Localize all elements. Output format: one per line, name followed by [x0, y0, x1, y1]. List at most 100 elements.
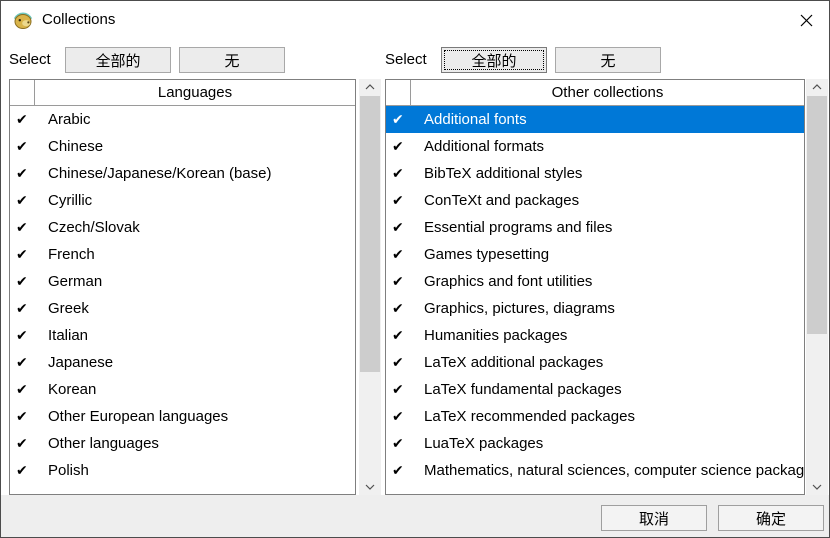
left-select-label: Select	[9, 46, 51, 73]
list-item[interactable]: ✔ Essential programs and files	[386, 214, 804, 241]
checkmark-icon: ✔	[16, 246, 40, 263]
list-item-label: Mathematics, natural sciences, computer …	[424, 462, 804, 479]
list-item-label: Chinese	[48, 138, 103, 155]
texlive-app-icon	[13, 10, 33, 30]
list-item[interactable]: ✔ ConTeXt and packages	[386, 187, 804, 214]
list-item[interactable]: ✔ Humanities packages	[386, 322, 804, 349]
checkmark-icon: ✔	[392, 219, 416, 236]
list-item[interactable]: ✔ Italian	[10, 322, 355, 349]
list-item[interactable]: ✔ Other languages	[10, 430, 355, 457]
checkmark-icon: ✔	[16, 192, 40, 209]
check-column-spacer	[10, 80, 35, 105]
checkmark-icon: ✔	[392, 462, 416, 479]
right-select-label: Select	[385, 46, 427, 73]
close-icon	[800, 14, 813, 27]
list-item[interactable]: ✔ Additional fonts	[386, 106, 804, 133]
list-item[interactable]: ✔ German	[10, 268, 355, 295]
list-item-label: LaTeX recommended packages	[424, 408, 635, 425]
left-select-all-button[interactable]: 全部的	[65, 47, 171, 73]
right-select-all-button[interactable]: 全部的	[441, 47, 547, 73]
ok-button[interactable]: 确定	[718, 505, 824, 531]
right-select-none-button[interactable]: 无	[555, 47, 661, 73]
checkmark-icon: ✔	[392, 165, 416, 182]
checkmark-icon: ✔	[16, 111, 40, 128]
list-item-label: Chinese/Japanese/Korean (base)	[48, 165, 271, 182]
list-item[interactable]: ✔ Games typesetting	[386, 241, 804, 268]
list-item-label: Other languages	[48, 435, 159, 452]
list-item-label: Italian	[48, 327, 88, 344]
checkmark-icon: ✔	[392, 192, 416, 209]
list-item[interactable]: ✔ Korean	[10, 376, 355, 403]
languages-list: ✔ Arabic ✔ Chinese ✔ Chinese/Japanese/Ko…	[10, 106, 355, 494]
close-button[interactable]	[793, 8, 819, 32]
other-collections-list: ✔ Additional fonts ✔ Additional formats …	[386, 106, 804, 494]
list-item-label: Korean	[48, 381, 96, 398]
checkmark-icon: ✔	[392, 408, 416, 425]
checkmark-icon: ✔	[392, 381, 416, 398]
list-item-label: Humanities packages	[424, 327, 567, 344]
list-item[interactable]: ✔ LaTeX additional packages	[386, 349, 804, 376]
list-item[interactable]: ✔ Arabic	[10, 106, 355, 133]
window-title: Collections	[42, 1, 115, 39]
scrollbar-thumb[interactable]	[807, 96, 827, 334]
list-item[interactable]: ✔ Czech/Slovak	[10, 214, 355, 241]
list-item[interactable]: ✔ Mathematics, natural sciences, compute…	[386, 457, 804, 484]
list-item[interactable]: ✔ Chinese/Japanese/Korean (base)	[10, 160, 355, 187]
list-item[interactable]: ✔ Polish	[10, 457, 355, 484]
scrollbar-thumb[interactable]	[360, 96, 380, 372]
checkmark-icon: ✔	[16, 408, 40, 425]
scroll-down-icon[interactable]	[359, 479, 381, 495]
list-item-label: Additional fonts	[424, 111, 527, 128]
list-item-label: Greek	[48, 300, 89, 317]
list-item[interactable]: ✔ Japanese	[10, 349, 355, 376]
list-item-label: Graphics, pictures, diagrams	[424, 300, 615, 317]
check-column-spacer	[386, 80, 411, 105]
other-collections-scrollbar[interactable]	[806, 79, 828, 495]
languages-header-title: Languages	[35, 80, 355, 105]
list-item-label: German	[48, 273, 102, 290]
scroll-up-icon[interactable]	[359, 79, 381, 95]
checkmark-icon: ✔	[16, 354, 40, 371]
checkmark-icon: ✔	[16, 219, 40, 236]
list-item[interactable]: ✔ LaTeX recommended packages	[386, 403, 804, 430]
cancel-button[interactable]: 取消	[601, 505, 707, 531]
list-item[interactable]: ✔ LaTeX fundamental packages	[386, 376, 804, 403]
checkmark-icon: ✔	[16, 327, 40, 344]
checkmark-icon: ✔	[392, 354, 416, 371]
list-item-label: Other European languages	[48, 408, 228, 425]
other-collections-panel: Other collections ✔ Additional fonts ✔ A…	[385, 79, 805, 495]
list-item[interactable]: ✔ Graphics, pictures, diagrams	[386, 295, 804, 322]
languages-header: Languages	[10, 80, 355, 106]
list-item[interactable]: ✔ Additional formats	[386, 133, 804, 160]
checkmark-icon: ✔	[392, 246, 416, 263]
list-item[interactable]: ✔ Graphics and font utilities	[386, 268, 804, 295]
checkmark-icon: ✔	[16, 165, 40, 182]
other-collections-header-title: Other collections	[411, 80, 804, 105]
scroll-down-icon[interactable]	[806, 479, 828, 495]
scroll-up-icon[interactable]	[806, 79, 828, 95]
list-item[interactable]: ✔ French	[10, 241, 355, 268]
checkmark-icon: ✔	[392, 300, 416, 317]
list-item[interactable]: ✔ Other European languages	[10, 403, 355, 430]
other-collections-header: Other collections	[386, 80, 804, 106]
list-item-label: Czech/Slovak	[48, 219, 140, 236]
left-select-none-button[interactable]: 无	[179, 47, 285, 73]
checkmark-icon: ✔	[392, 273, 416, 290]
checkmark-icon: ✔	[16, 138, 40, 155]
list-item[interactable]: ✔ BibTeX additional styles	[386, 160, 804, 187]
languages-scrollbar[interactable]	[359, 79, 381, 495]
list-item[interactable]: ✔ Greek	[10, 295, 355, 322]
list-item[interactable]: ✔ Chinese	[10, 133, 355, 160]
collections-dialog: Collections Select 全部的 无 Select 全部的 无 La…	[0, 0, 830, 538]
title-bar: Collections	[1, 1, 829, 39]
list-item-label: Games typesetting	[424, 246, 549, 263]
checkmark-icon: ✔	[392, 435, 416, 452]
list-item-label: Cyrillic	[48, 192, 92, 209]
list-item-label: BibTeX additional styles	[424, 165, 582, 182]
list-item-label: Essential programs and files	[424, 219, 612, 236]
list-item-label: LaTeX fundamental packages	[424, 381, 622, 398]
checkmark-icon: ✔	[16, 300, 40, 317]
list-item[interactable]: ✔ LuaTeX packages	[386, 430, 804, 457]
list-item[interactable]: ✔ Cyrillic	[10, 187, 355, 214]
checkmark-icon: ✔	[16, 462, 40, 479]
